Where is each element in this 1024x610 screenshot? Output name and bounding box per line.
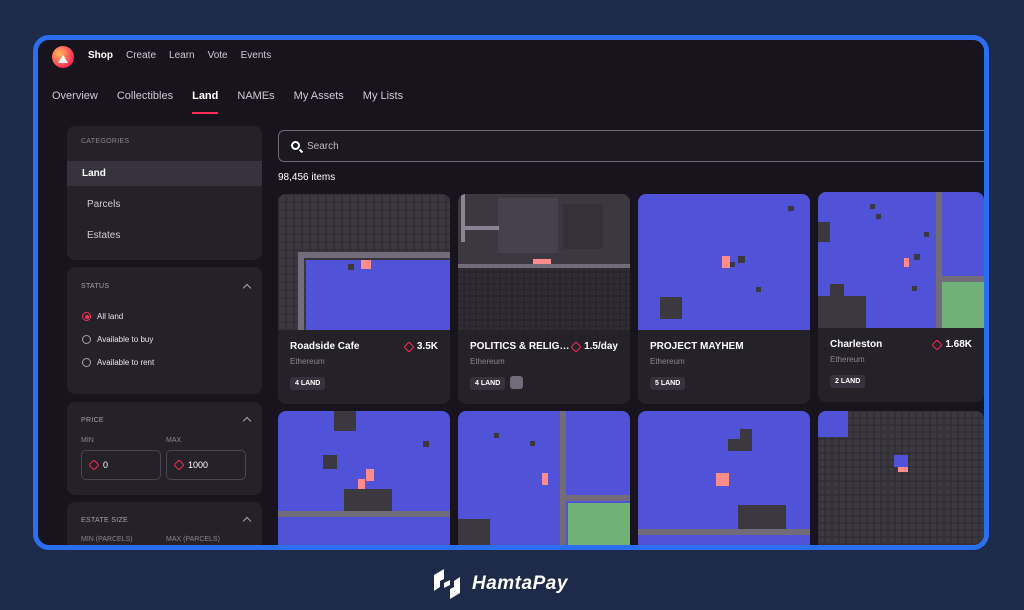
brand-name: HamtaPay <box>472 573 568 594</box>
card-price: 1.5/day <box>570 340 618 353</box>
card-price: 1.68K <box>931 338 972 351</box>
radio-selected-icon <box>82 312 91 321</box>
search-bar[interactable]: Search <box>278 130 984 162</box>
hamtapay-logo-icon <box>434 569 460 599</box>
mana-icon <box>88 459 100 471</box>
land-count-badge: 4 LAND <box>470 377 506 390</box>
category-land[interactable]: Land <box>67 161 262 186</box>
decentraland-logo-icon[interactable] <box>52 46 74 68</box>
section-tabs: Overview Collectibles Land NAMEs My Asse… <box>52 90 422 116</box>
price-value: 1.68K <box>945 339 972 350</box>
nav-learn[interactable]: Learn <box>169 50 195 61</box>
radio-icon <box>82 358 91 367</box>
mana-icon <box>931 338 943 351</box>
tab-land[interactable]: Land <box>192 90 219 116</box>
radio-available-to-buy[interactable]: Available to buy <box>82 335 153 344</box>
land-count-badge: 2 LAND <box>830 375 866 388</box>
radio-label: All land <box>97 312 124 321</box>
nav-create[interactable]: Create <box>126 50 156 61</box>
radio-icon <box>82 335 91 344</box>
top-nav-links: Shop Create Learn Vote Events <box>88 50 271 61</box>
land-card[interactable]: POLITICS & RELIGION 1.5/day Ethereum 4 L… <box>458 194 630 404</box>
tab-my-lists[interactable]: My Lists <box>363 90 403 116</box>
categories-panel: CATEGORIES Land Parcels Estates <box>67 126 262 260</box>
land-map-thumbnail <box>818 411 984 545</box>
price-min-label: MIN <box>81 437 94 444</box>
estate-max-label: MAX (PARCELS) <box>166 536 220 543</box>
price-max-label: MAX <box>166 437 182 444</box>
card-network: Ethereum <box>650 357 685 366</box>
estate-size-panel: ESTATE SIZE MIN (PARCELS) MAX (PARCELS) <box>67 502 262 545</box>
land-map-thumbnail <box>638 411 810 545</box>
app-window: Shop Create Learn Vote Events Overview C… <box>33 35 989 550</box>
land-card[interactable]: PROJECT MAYHEM Ethereum 5 LAND <box>638 194 810 404</box>
land-map-thumbnail <box>458 194 630 330</box>
card-network: Ethereum <box>830 355 865 364</box>
land-card[interactable] <box>638 411 810 545</box>
land-card[interactable]: Roadside Cafe 3.5K Ethereum 4 LAND <box>278 194 450 404</box>
land-card[interactable] <box>818 411 984 545</box>
chevron-up-icon[interactable] <box>242 416 252 426</box>
card-network: Ethereum <box>470 357 505 366</box>
card-title: POLITICS & RELIGION <box>470 341 570 352</box>
card-network: Ethereum <box>290 357 325 366</box>
category-estates[interactable]: Estates <box>67 223 262 248</box>
price-value: 3.5K <box>416 341 438 352</box>
nav-events[interactable]: Events <box>241 50 272 61</box>
tab-overview[interactable]: Overview <box>52 90 98 116</box>
land-map-thumbnail <box>818 192 984 328</box>
price-min-input[interactable]: 0 <box>81 450 161 480</box>
tab-collectibles[interactable]: Collectibles <box>117 90 173 116</box>
land-map-thumbnail <box>458 411 630 545</box>
search-icon <box>291 141 300 150</box>
nav-vote[interactable]: Vote <box>208 50 228 61</box>
radio-available-to-rent[interactable]: Available to rent <box>82 358 154 367</box>
status-panel: STATUS All land Available to buy Availab… <box>67 267 262 394</box>
land-card[interactable]: Charleston 1.68K Ethereum 2 LAND <box>818 192 984 402</box>
land-map-thumbnail <box>638 194 810 330</box>
radio-all-land[interactable]: All land <box>82 312 123 321</box>
card-title: PROJECT MAYHEM <box>650 341 744 352</box>
mana-icon <box>173 459 185 471</box>
price-value: 1.5/day <box>584 341 618 352</box>
top-navbar: Shop Create Learn Vote Events <box>38 40 984 76</box>
price-min-value: 0 <box>103 460 109 470</box>
mana-icon <box>403 340 415 353</box>
categories-heading: CATEGORIES <box>81 138 130 145</box>
results-count: 98,456 items <box>278 172 336 183</box>
price-panel: PRICE MIN MAX 0 1000 <box>67 402 262 495</box>
estate-min-label: MIN (PARCELS) <box>81 536 133 543</box>
card-price: 3.5K <box>403 340 438 353</box>
price-heading: PRICE <box>81 417 104 424</box>
land-card[interactable] <box>458 411 630 545</box>
tab-my-assets[interactable]: My Assets <box>294 90 344 116</box>
radio-label: Available to rent <box>97 358 155 367</box>
hamtapay-brand: HamtaPay <box>430 567 568 601</box>
price-max-value: 1000 <box>188 460 209 470</box>
status-heading: STATUS <box>81 283 110 290</box>
chevron-up-icon[interactable] <box>242 516 252 526</box>
search-placeholder: Search <box>307 141 339 152</box>
price-max-input[interactable]: 1000 <box>166 450 246 480</box>
tab-names[interactable]: NAMEs <box>237 90 274 116</box>
estate-size-heading: ESTATE SIZE <box>81 517 128 524</box>
marketplace-app: Shop Create Learn Vote Events Overview C… <box>38 40 984 545</box>
land-count-badge: 4 LAND <box>290 377 326 390</box>
card-title: Charleston <box>830 339 883 350</box>
radio-label: Available to buy <box>97 335 154 344</box>
land-map-thumbnail <box>278 194 450 330</box>
category-parcels[interactable]: Parcels <box>67 192 262 217</box>
land-map-thumbnail <box>278 411 450 545</box>
land-card[interactable] <box>278 411 450 545</box>
chevron-up-icon[interactable] <box>242 283 252 293</box>
card-title: Roadside Cafe <box>290 341 360 352</box>
mana-icon <box>570 340 582 353</box>
rent-icon <box>510 376 523 389</box>
land-count-badge: 5 LAND <box>650 377 686 390</box>
nav-shop[interactable]: Shop <box>88 50 113 61</box>
